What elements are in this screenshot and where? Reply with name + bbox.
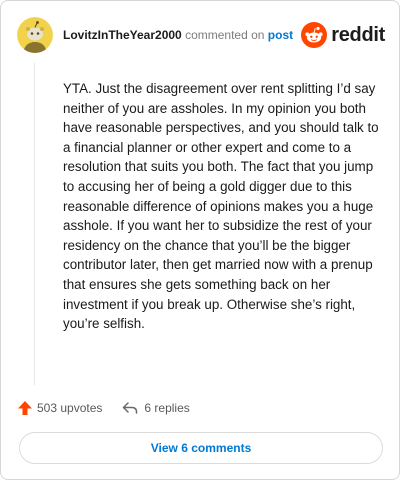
upvote-button[interactable]: 503 upvotes xyxy=(17,400,102,416)
reddit-brand[interactable]: reddit xyxy=(301,22,385,48)
view-comments-button[interactable]: View 6 comments xyxy=(19,432,383,464)
commented-on-text: commented on xyxy=(185,28,265,42)
comment-body: YTA. Just the disagreement over rent spl… xyxy=(63,81,379,332)
reddit-wordmark: reddit xyxy=(331,23,385,46)
reply-arrow-icon xyxy=(123,402,138,414)
username[interactable]: LovitzInTheYear2000 xyxy=(63,28,182,42)
avatar[interactable] xyxy=(17,17,53,53)
reddit-logo-icon xyxy=(301,22,328,48)
reply-button[interactable]: 6 replies xyxy=(122,401,190,415)
replies-count: 6 replies xyxy=(144,401,190,415)
thread-line xyxy=(34,63,35,385)
upvote-arrow-icon xyxy=(18,401,32,415)
comment-header: LovitzInTheYear2000 commented on post re… xyxy=(17,17,385,53)
reddit-comment-card: LovitzInTheYear2000 commented on post re… xyxy=(0,0,400,480)
post-link[interactable]: post xyxy=(268,28,293,42)
upvote-count: 503 upvotes xyxy=(37,401,103,415)
comment-actions: 503 upvotes 6 replies xyxy=(17,397,190,419)
comment-meta: LovitzInTheYear2000 commented on post xyxy=(63,27,293,43)
snoo-avatar-icon xyxy=(17,17,53,53)
